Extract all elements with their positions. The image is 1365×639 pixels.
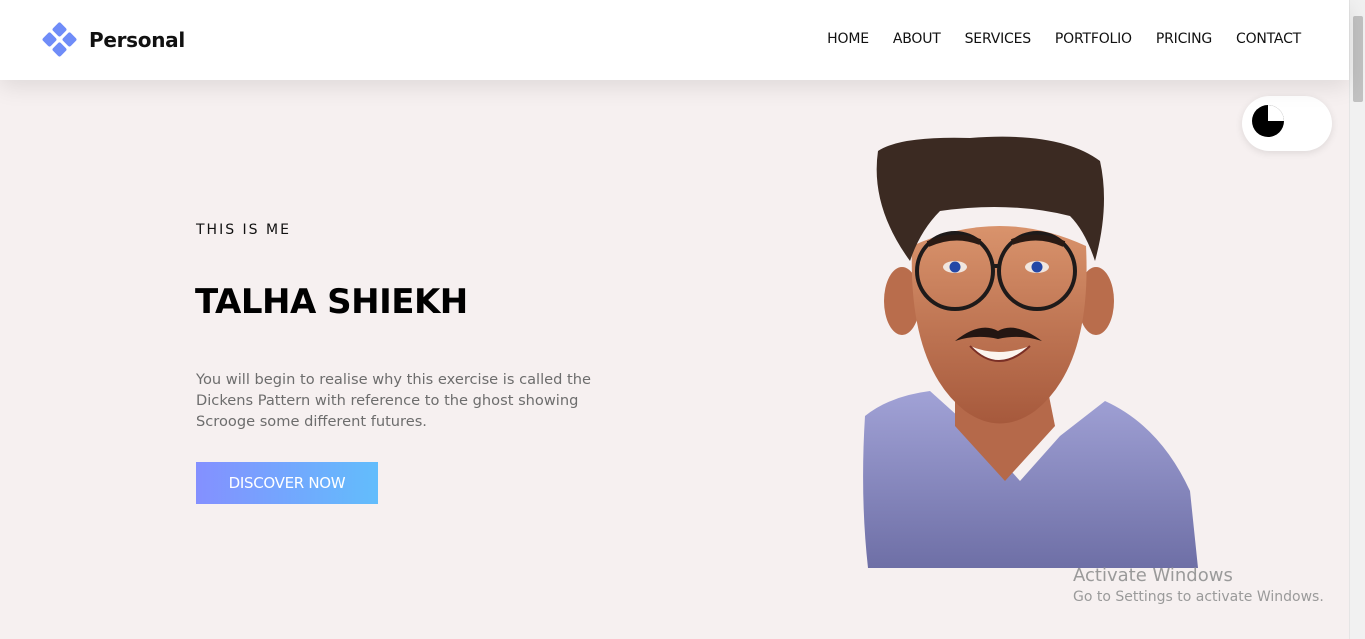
hero-tagline: THIS IS ME [196,222,291,238]
watermark-title: Activate Windows [1073,565,1233,586]
nav-contact[interactable]: CONTACT [1236,31,1301,47]
nav-pricing[interactable]: PRICING [1156,31,1212,47]
nav-about[interactable]: ABOUT [893,31,941,47]
discover-now-button[interactable]: DISCOVER NOW [196,462,378,504]
site-header: Personal HOME ABOUT SERVICES PORTFOLIO P… [0,0,1349,80]
main-nav: HOME ABOUT SERVICES PORTFOLIO PRICING CO… [803,31,1301,47]
watermark-subtitle: Go to Settings to activate Windows. [1073,589,1324,605]
moon-icon [1252,105,1284,137]
logo-text: Personal [89,28,185,52]
scrollbar-thumb[interactable] [1353,16,1363,102]
portrait-image [863,136,1198,568]
nav-services[interactable]: SERVICES [965,31,1032,47]
theme-toggle[interactable] [1242,96,1332,151]
windows-activation-watermark: Activate Windows Go to Settings to activ… [1073,565,1324,605]
logo-icon [41,21,78,58]
nav-home[interactable]: HOME [827,31,869,47]
logo[interactable]: Personal [41,21,185,58]
nav-portfolio[interactable]: PORTFOLIO [1055,31,1132,47]
hero-name: TALHA SHIEKH [195,282,468,322]
page-scrollbar[interactable] [1349,0,1365,639]
hero-description: You will begin to realise why this exerc… [196,371,591,430]
